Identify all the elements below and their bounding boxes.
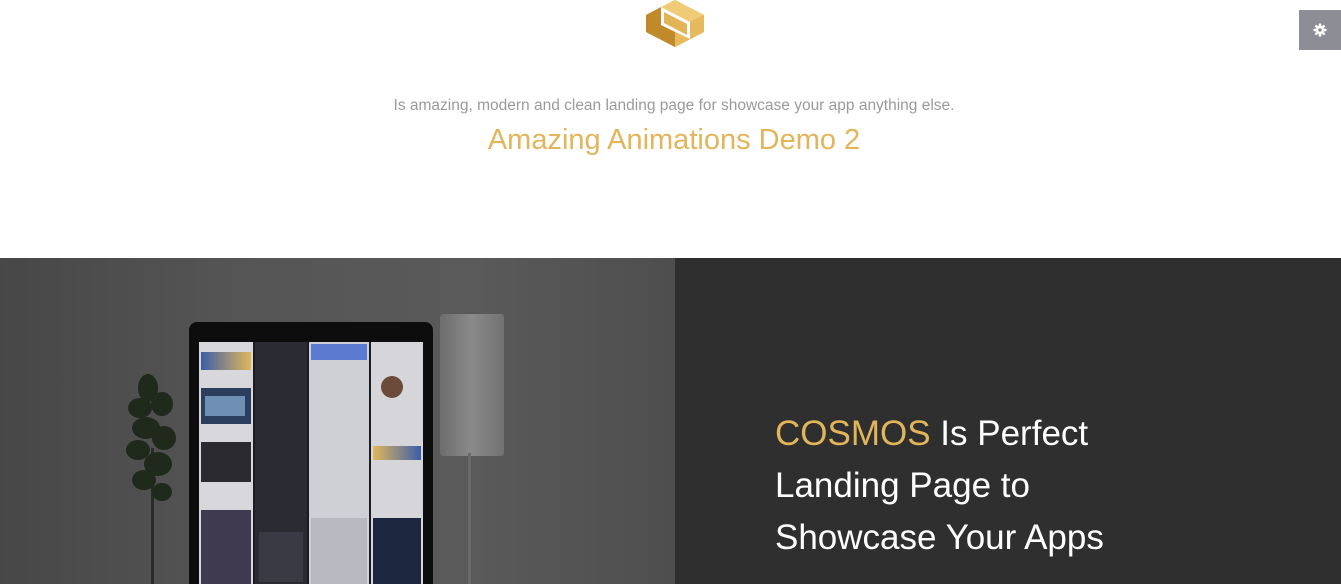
hero-heading: COSMOS Is Perfect Landing Page to Showca… [775,408,1155,564]
hero-image-panel [0,258,675,584]
tagline-text: Is amazing, modern and clean landing pag… [393,97,955,114]
header-section: Is amazing, modern and clean landing pag… [0,0,1341,258]
lamp-pole [468,453,471,584]
landing-page: Is amazing, modern and clean landing pag… [0,0,1341,584]
gear-icon [1313,23,1327,37]
hero-text-panel: COSMOS Is Perfect Landing Page to Showca… [675,258,1341,584]
brand-name: COSMOS [775,414,931,453]
app-screenshot [199,342,423,584]
lamp-shade [440,314,504,456]
plant-image [126,374,176,584]
demo-title[interactable]: Amazing Animations Demo 2 [0,124,1341,157]
cosmos-logo[interactable] [642,0,708,56]
settings-button[interactable] [1299,10,1341,50]
monitor-mockup [189,322,433,584]
